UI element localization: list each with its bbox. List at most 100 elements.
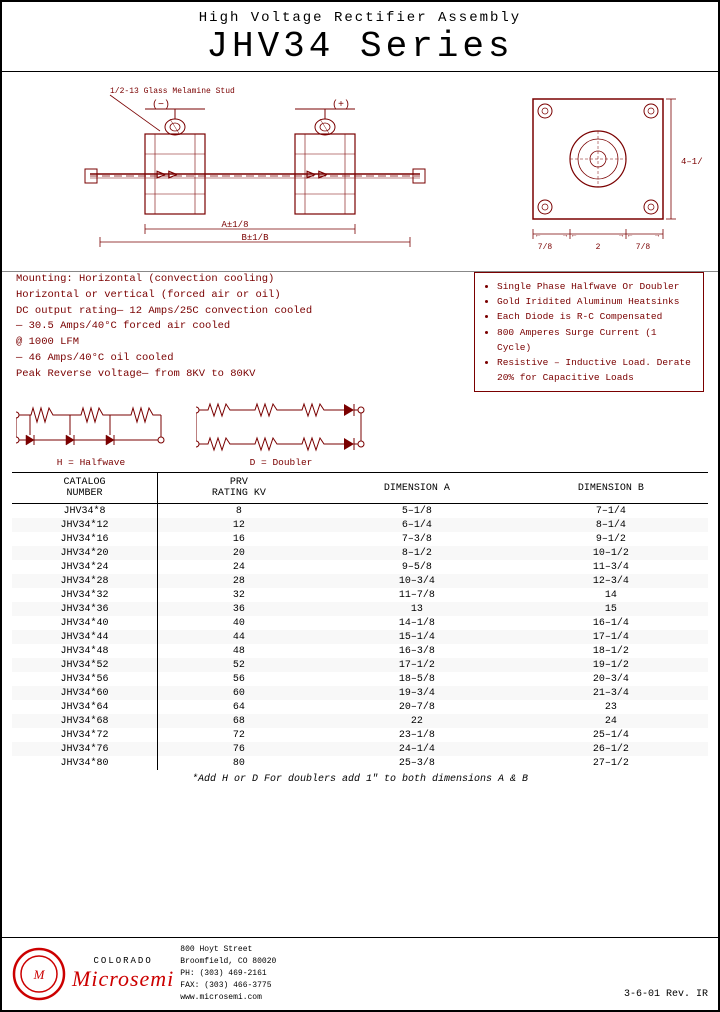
table-row: JHV34*565618–5/820–3/4 [12,672,708,686]
table-cell-5-0: JHV34*28 [12,574,158,588]
features-list: Single Phase Halfwave Or DoublerGold Iri… [483,279,695,385]
table-cell-11-2: 17–1/2 [320,658,514,672]
svg-text:4–1/2: 4–1/2 [681,157,703,167]
table-cell-6-3: 14 [514,588,708,602]
table-cell-13-1: 60 [158,686,320,700]
table-row: JHV34*885–1/87–1/4 [12,504,708,519]
feature-item: Each Diode is R-C Compensated [497,309,695,324]
table-cell-12-3: 20–3/4 [514,672,708,686]
table-cell-14-0: JHV34*64 [12,700,158,714]
table-cell-11-3: 19–1/2 [514,658,708,672]
table-cell-2-1: 16 [158,532,320,546]
company-name: Microsemi [72,966,174,992]
spec-line-5: @ 1000 LFM [16,335,474,351]
halfwave-svg [16,400,166,455]
table-cell-9-0: JHV34*44 [12,630,158,644]
address: 800 Hoyt Street Broomfield, CO 80020 PH:… [180,944,276,1004]
col-catalog: CATALOGNUMBER [12,473,158,504]
table-cell-8-0: JHV34*40 [12,616,158,630]
svg-text:7/8: 7/8 [538,243,553,252]
table-cell-6-2: 11–7/8 [320,588,514,602]
svg-text:A±1/8: A±1/8 [221,220,248,230]
table-note: *Add H or D For doublers add 1" to both … [12,770,708,787]
table-cell-11-1: 52 [158,658,320,672]
spec-line-2: Horizontal or vertical (forced air or oi… [16,288,474,304]
table-cell-0-3: 7–1/4 [514,504,708,519]
logo-area: M COLORADO Microsemi 800 Hoyt Street Bro… [12,944,276,1004]
table-row: JHV34*484816–3/818–1/2 [12,644,708,658]
svg-text:1/2-13 Glass Melamine Stud: 1/2-13 Glass Melamine Stud [110,87,235,96]
col-dim-a: DIMENSION A [320,473,514,504]
feature-item: Resistive – Inductive Load. Derate 20% f… [497,355,695,385]
table-row: JHV34*727223–1/825–1/4 [12,728,708,742]
table-row: JHV34*606019–3/421–3/4 [12,686,708,700]
table-cell-10-3: 18–1/2 [514,644,708,658]
table-cell-6-0: JHV34*32 [12,588,158,602]
spec-line-7: Peak Reverse voltage— from 8KV to 80KV [16,367,474,383]
table-row: JHV34*16167–3/89–1/2 [12,532,708,546]
table-row: JHV34*24249–5/811–3/4 [12,560,708,574]
header: High Voltage Rectifier Assembly JHV34 Se… [2,2,718,72]
svg-text:M: M [33,967,46,982]
table-cell-11-0: JHV34*52 [12,658,158,672]
table-cell-12-1: 56 [158,672,320,686]
table-row: JHV34*444415–1/417–1/4 [12,630,708,644]
table-row: JHV34*12126–1/48–1/4 [12,518,708,532]
table-cell-15-1: 68 [158,714,320,728]
title: JHV34 Series [12,26,708,67]
table-cell-0-1: 8 [158,504,320,519]
table-cell-17-0: JHV34*76 [12,742,158,756]
table-cell-4-2: 9–5/8 [320,560,514,574]
col-dim-b: DIMENSION B [514,473,708,504]
table-cell-0-2: 5–1/8 [320,504,514,519]
svg-text:(−): (−) [152,99,170,111]
table-header-row: CATALOGNUMBER PRVRATING KV DIMENSION A D… [12,473,708,504]
table-row: JHV34*808025–3/827–1/2 [12,756,708,770]
table-cell-3-2: 8–1/2 [320,546,514,560]
table-cell-14-3: 23 [514,700,708,714]
svg-text:←: ← [536,232,541,240]
specs-bullets-section: Mounting: Horizontal (convection cooling… [2,272,718,396]
footer: M COLORADO Microsemi 800 Hoyt Street Bro… [2,937,718,1010]
table-cell-7-2: 13 [320,602,514,616]
svg-text:→: → [563,232,568,240]
table-row: JHV34*20208–1/210–1/2 [12,546,708,560]
table-cell-12-2: 18–5/8 [320,672,514,686]
doubler-svg [196,400,366,455]
features-box: Single Phase Halfwave Or DoublerGold Iri… [474,272,704,392]
svg-text:7/8: 7/8 [636,243,651,252]
table-cell-1-2: 6–1/4 [320,518,514,532]
table-section: CATALOGNUMBER PRVRATING KV DIMENSION A D… [2,472,718,937]
subtitle: High Voltage Rectifier Assembly [12,10,708,26]
side-view-svg: 4–1/2 7/8 2 7/8 ← → ← → ← → [513,79,703,264]
table-cell-2-0: JHV34*16 [12,532,158,546]
table-row: JHV34*767624–1/426–1/2 [12,742,708,756]
spec-line-3: DC output rating— 12 Amps/25C convection… [16,304,474,320]
table-cell-9-2: 15–1/4 [320,630,514,644]
diagram-side-view: 4–1/2 7/8 2 7/8 ← → ← → ← → [508,76,708,267]
doubler-circuit: D = Doubler [196,400,366,468]
table-cell-13-3: 21–3/4 [514,686,708,700]
svg-text:←: ← [572,232,577,240]
specs-text: Mounting: Horizontal (convection cooling… [16,272,474,392]
table-cell-15-0: JHV34*68 [12,714,158,728]
diagram-front-view: 1/2-13 Glass Melamine Stud ⊳⊳ [12,76,508,267]
table-cell-1-0: JHV34*12 [12,518,158,532]
table-cell-17-1: 76 [158,742,320,756]
table-cell-16-1: 72 [158,728,320,742]
table-cell-3-3: 10–1/2 [514,546,708,560]
table-cell-7-1: 36 [158,602,320,616]
table-cell-9-1: 44 [158,630,320,644]
table-cell-2-2: 7–3/8 [320,532,514,546]
table-row: JHV34*404014–1/816–1/4 [12,616,708,630]
table-cell-0-0: JHV34*8 [12,504,158,519]
page: High Voltage Rectifier Assembly JHV34 Se… [0,0,720,1012]
halfwave-circuit: H = Halfwave [16,400,166,468]
svg-text:(+): (+) [332,99,350,111]
col-prv: PRVRATING KV [158,473,320,504]
table-cell-15-2: 22 [320,714,514,728]
specs-table: CATALOGNUMBER PRVRATING KV DIMENSION A D… [12,472,708,770]
table-cell-4-0: JHV34*24 [12,560,158,574]
svg-text:→: → [655,232,660,240]
table-row: JHV34*36361315 [12,602,708,616]
